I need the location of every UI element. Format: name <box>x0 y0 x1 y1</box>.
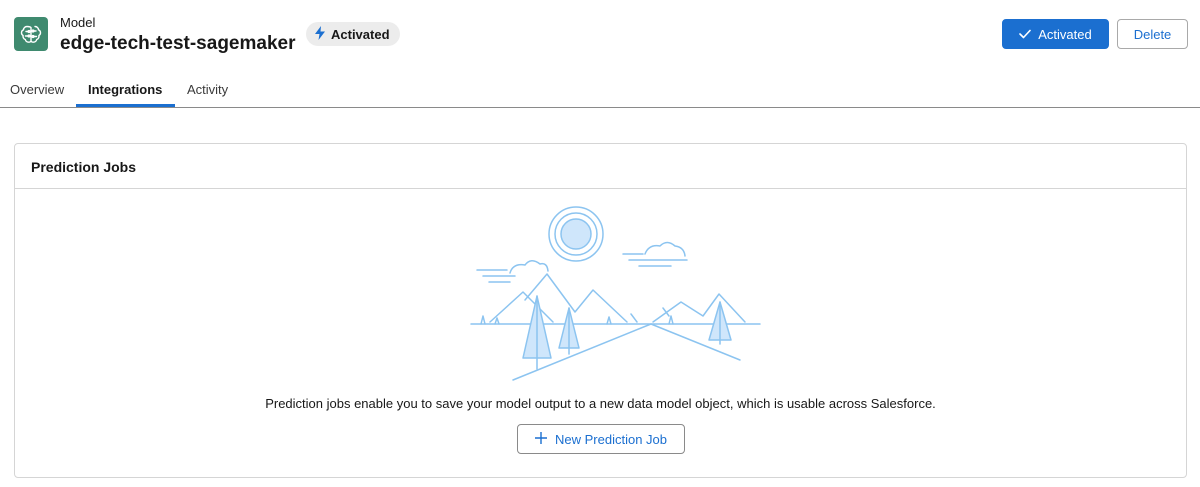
tab-overview[interactable]: Overview <box>10 82 64 97</box>
plus-icon <box>535 431 547 447</box>
active-tab-indicator <box>76 104 175 107</box>
new-prediction-job-label: New Prediction Job <box>555 431 667 447</box>
activated-button-label: Activated <box>1038 26 1092 42</box>
brain-icon <box>14 17 48 51</box>
page-title: edge-tech-test-sagemaker <box>60 33 296 54</box>
delete-button[interactable]: Delete <box>1117 19 1188 49</box>
activated-button[interactable]: Activated <box>1002 19 1109 49</box>
card-title: Prediction Jobs <box>31 159 137 175</box>
status-badge-label: Activated <box>331 26 390 42</box>
page-eyebrow: Model <box>60 15 96 30</box>
status-badge: Activated <box>306 22 400 46</box>
delete-button-label: Delete <box>1133 26 1172 42</box>
tab-integrations[interactable]: Integrations <box>88 82 162 97</box>
new-prediction-job-button[interactable]: New Prediction Job <box>517 424 685 454</box>
empty-state-message: Prediction jobs enable you to save your … <box>265 396 936 411</box>
lightning-bolt-icon <box>314 25 326 43</box>
page-header: Model edge-tech-test-sagemaker Activated… <box>0 0 1200 70</box>
check-icon <box>1019 27 1032 42</box>
prediction-jobs-card: Prediction Jobs Prediction jobs enable y… <box>14 143 1187 478</box>
tab-activity[interactable]: Activity <box>187 82 228 97</box>
tab-bar: Overview Integrations Activity <box>0 70 1200 108</box>
empty-state-illustration <box>455 204 775 384</box>
card-header: Prediction Jobs <box>15 144 1186 189</box>
